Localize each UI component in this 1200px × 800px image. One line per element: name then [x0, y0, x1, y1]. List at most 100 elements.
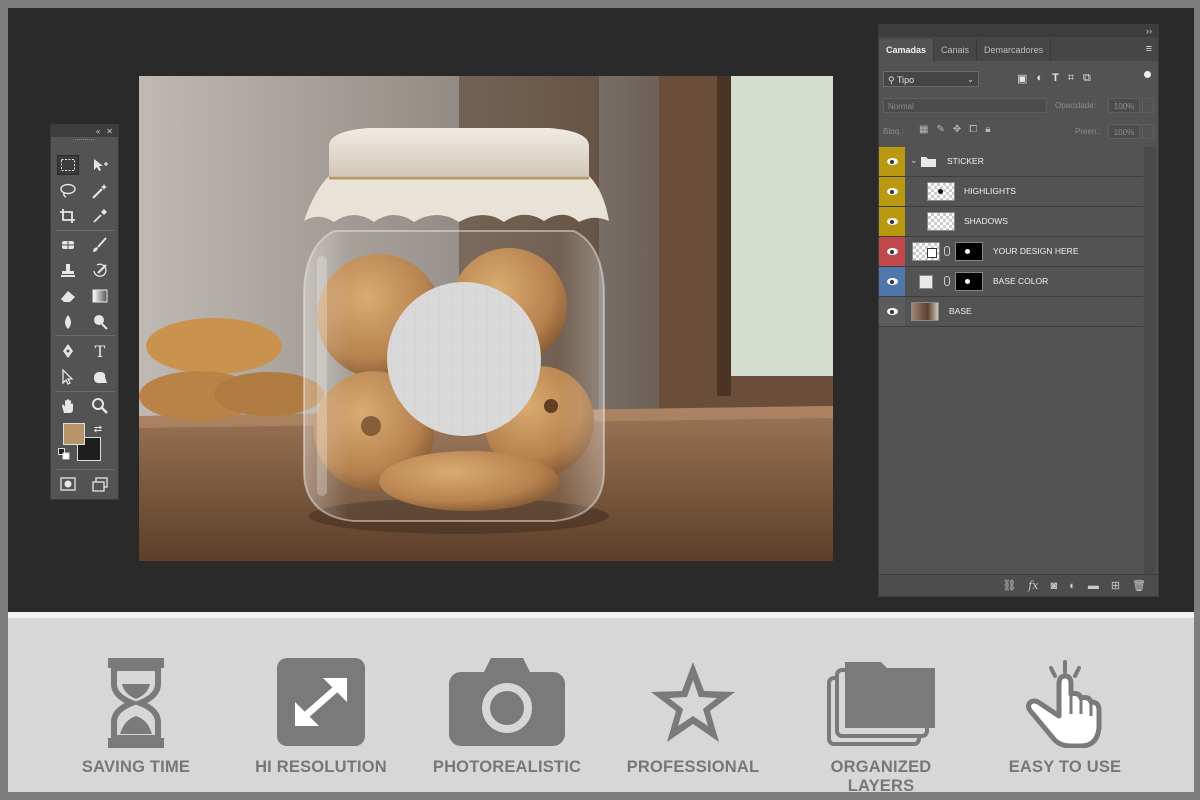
link-layers-icon[interactable]: ⛓︎ — [1002, 579, 1016, 592]
smart-object-thumbnail — [912, 242, 940, 261]
opacity-input[interactable]: 100% — [1108, 98, 1140, 113]
pen-tool-icon[interactable] — [57, 341, 79, 361]
path-selection-icon[interactable] — [57, 367, 79, 387]
type-filter-icon[interactable]: T — [1052, 72, 1059, 85]
default-colors-icon[interactable] — [57, 447, 71, 461]
foreground-color-swatch[interactable] — [63, 423, 85, 445]
feature-label: SAVING TIME — [81, 758, 191, 776]
visibility-eye-icon[interactable] — [879, 147, 905, 176]
visibility-eye-icon[interactable] — [879, 297, 905, 326]
link-icon[interactable] — [944, 276, 950, 286]
fx-icon[interactable]: fx — [1028, 579, 1038, 592]
add-mask-icon[interactable]: ◙ — [1051, 580, 1058, 592]
delete-layer-icon[interactable]: 🗑︎ — [1132, 579, 1146, 592]
custom-shape-icon[interactable] — [89, 367, 111, 387]
toolbox-separator — [55, 469, 115, 470]
layer-row-sticker[interactable]: ⌄ STICKER — [879, 147, 1143, 177]
stacked-folders-icon — [827, 662, 935, 746]
visibility-eye-icon[interactable] — [879, 207, 905, 236]
stamp-tool-icon[interactable] — [57, 261, 79, 281]
hourglass-icon — [108, 658, 164, 748]
fill-label: Preen.: — [1075, 127, 1101, 136]
tab-demarcadores[interactable]: Demarcadores — [977, 39, 1052, 61]
blend-mode-select[interactable]: Normal — [883, 98, 1047, 113]
collapse-icon[interactable]: « — [96, 127, 100, 136]
type-tool-icon[interactable]: T — [89, 341, 111, 361]
filter-row: ⚲ Tipo ⌄ ▣ ◐ T ⌗ ⧉ — [883, 71, 1155, 91]
shape-filter-icon[interactable]: ⌗ — [1068, 72, 1074, 85]
adjustment-layer-icon[interactable]: ◐ — [1069, 580, 1076, 592]
layer-row-highlights[interactable]: HIGHLIGHTS — [879, 177, 1143, 207]
lock-transparent-icon[interactable]: ▦ — [919, 124, 928, 135]
eyedropper-icon[interactable] — [89, 206, 111, 226]
folder-icon — [921, 157, 936, 167]
visibility-eye-icon[interactable] — [879, 267, 905, 296]
feature-label: HI RESOLUTION — [255, 758, 387, 776]
layer-row-base-color[interactable]: BASE COLOR — [879, 267, 1143, 297]
panel-tabs: Camadas Canais Demarcadores ≡ — [879, 37, 1158, 61]
document-canvas[interactable] — [139, 76, 833, 561]
fill-input[interactable]: 100% — [1108, 124, 1140, 139]
filter-dropdown[interactable]: ⚲ Tipo ⌄ — [883, 71, 979, 87]
gradient-tool-icon[interactable] — [89, 286, 111, 306]
lock-image-icon[interactable]: ✎ — [936, 124, 944, 135]
eraser-tool-icon[interactable] — [57, 286, 79, 306]
toolbox-header: « ✕ — [51, 125, 118, 137]
opacity-chevron-icon[interactable] — [1142, 98, 1154, 113]
fill-chevron-icon[interactable] — [1142, 124, 1154, 139]
filter-toggle-icon[interactable] — [1144, 71, 1151, 78]
adjustment-filter-icon[interactable]: ◐ — [1036, 72, 1043, 85]
chevron-down-icon[interactable]: ⌄ — [910, 155, 918, 166]
smart-object-filter-icon[interactable]: ⧉ — [1083, 72, 1091, 85]
swap-colors-icon[interactable]: ⇄ — [87, 419, 109, 439]
lasso-tool-icon[interactable] — [57, 181, 79, 201]
tab-camadas[interactable]: Camadas — [879, 39, 935, 61]
quick-mask-icon[interactable] — [57, 474, 79, 494]
layers-scrollbar[interactable] — [1144, 147, 1156, 575]
marquee-tool-icon[interactable] — [57, 155, 79, 175]
toolbox-grip[interactable] — [75, 139, 94, 145]
zoom-tool-icon[interactable] — [89, 396, 111, 416]
crop-tool-icon[interactable] — [57, 206, 79, 226]
blur-tool-icon[interactable] — [57, 312, 79, 332]
filter-icons: ▣ ◐ T ⌗ ⧉ — [1017, 72, 1091, 85]
dodge-tool-icon[interactable] — [89, 312, 111, 332]
close-icon[interactable]: ✕ — [106, 127, 113, 136]
lock-artboard-icon[interactable]: ⧠ — [969, 124, 977, 135]
healing-brush-icon[interactable] — [57, 235, 79, 255]
magic-wand-icon[interactable] — [89, 181, 111, 201]
move-tool-icon[interactable] — [89, 155, 111, 175]
hand-tool-icon[interactable] — [57, 396, 79, 416]
layer-row-base[interactable]: BASE — [879, 297, 1143, 327]
lock-all-icon[interactable]: 🔒︎ — [985, 124, 990, 135]
feature-saving-time: SAVING TIME — [51, 658, 221, 788]
pixel-filter-icon[interactable]: ▣ — [1017, 72, 1027, 85]
new-group-icon[interactable]: ▬ — [1088, 580, 1099, 592]
layer-row-your-design-here[interactable]: YOUR DESIGN HERE — [879, 237, 1143, 267]
star-icon — [651, 662, 735, 742]
layers-panel: ›› Camadas Canais Demarcadores ≡ ⚲ Tipo … — [878, 24, 1159, 597]
panel-collapse-icon[interactable]: ›› — [879, 25, 1158, 37]
opacity-label: Opacidade: — [1055, 101, 1096, 110]
link-icon[interactable] — [944, 246, 950, 256]
visibility-eye-icon[interactable] — [879, 237, 905, 266]
tab-canais[interactable]: Canais — [934, 39, 978, 61]
visibility-eye-icon[interactable] — [879, 177, 905, 206]
screen-mode-icon[interactable] — [89, 474, 111, 494]
layers-list: ⌄ STICKER HIGHLIGHTS SHADOWS YOUR DESIGN… — [879, 147, 1143, 327]
panel-menu-icon[interactable]: ≡ — [1146, 43, 1152, 55]
layer-thumbnail — [927, 212, 955, 231]
chevron-down-icon: ⌄ — [967, 75, 974, 84]
layer-name: HIGHLIGHTS — [964, 186, 1016, 196]
layer-thumbnail — [927, 182, 955, 201]
feature-hi-resolution: HI RESOLUTION — [236, 658, 406, 788]
history-brush-icon[interactable] — [89, 261, 111, 281]
brush-tool-icon[interactable] — [89, 235, 111, 255]
feature-easy-to-use: EASY TO USE — [980, 658, 1150, 788]
new-layer-icon[interactable]: ⊞ — [1111, 579, 1120, 592]
layer-name: SHADOWS — [964, 216, 1008, 226]
layer-row-shadows[interactable]: SHADOWS — [879, 207, 1143, 237]
layer-name: BASE COLOR — [993, 276, 1049, 286]
search-icon: ⚲ — [888, 75, 895, 85]
lock-position-icon[interactable]: ✥ — [953, 124, 961, 135]
